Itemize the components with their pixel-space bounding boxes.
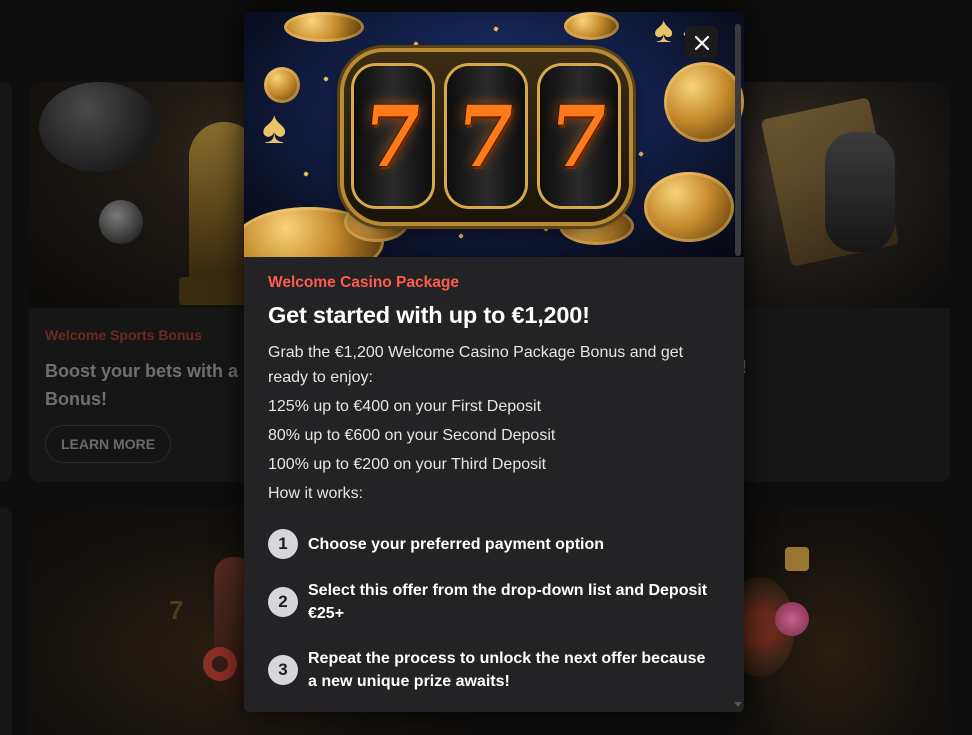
promo-card-casino-right[interactable]	[735, 507, 950, 735]
sparkle-decoration	[413, 41, 419, 47]
offer-line-second-deposit: 80% up to €600 on your Second Deposit	[268, 427, 556, 444]
roulette-promo-image	[735, 507, 950, 735]
offer-line-third-deposit: 100% up to €200 on your Third Deposit	[268, 456, 547, 473]
sports-bonus-title: Boost your bets with a 1 Bonus!	[45, 361, 254, 409]
player-image	[825, 132, 895, 252]
step-number-badge: 2	[268, 587, 298, 617]
sparkle-decoration	[458, 233, 464, 239]
learn-more-button[interactable]: LEARN MORE	[45, 425, 171, 463]
step-2: 2 Select this offer from the drop-down l…	[268, 579, 728, 625]
sparkle-decoration	[303, 171, 309, 177]
coin-icon	[264, 67, 300, 103]
coin-icon	[664, 62, 744, 142]
offer-description: Grab the €1,200 Welcome Casino Package B…	[268, 344, 684, 386]
slot-reel: 7	[354, 66, 432, 206]
promo-right-image	[735, 82, 950, 308]
sports-bonus-label: Welcome Sports Bonus	[45, 327, 202, 343]
close-icon	[694, 35, 709, 50]
slot-machine: 7 7 7	[344, 52, 629, 222]
promo-card-partial-bottom-left	[0, 507, 12, 735]
sparkle-decoration	[493, 26, 499, 32]
modal-content: Welcome Casino Package Get started with …	[268, 274, 718, 506]
offer-eyebrow: Welcome Casino Package	[268, 274, 459, 291]
dice-icon	[785, 547, 809, 571]
step-number-badge: 3	[268, 655, 298, 685]
promo-card-partial-left	[0, 82, 12, 482]
candy-image	[775, 602, 809, 636]
ball-image	[99, 200, 143, 244]
football-image	[39, 82, 159, 172]
modal-scrollbar[interactable]	[735, 24, 741, 256]
sparkle-decoration	[638, 151, 644, 157]
scroll-down-arrow-icon[interactable]	[734, 702, 742, 707]
step-number-badge: 1	[268, 529, 298, 559]
slot-reel: 7	[447, 66, 525, 206]
seven-decoration: 7	[169, 595, 184, 625]
how-it-works-heading: How it works:	[268, 485, 364, 502]
step-text: Repeat the process to unlock the next of…	[308, 650, 706, 690]
coin-icon	[284, 12, 364, 42]
step-text: Select this offer from the drop-down lis…	[308, 582, 708, 622]
slot-machine-hero-image: ♠ ♠ 7 7 7	[244, 12, 744, 257]
promo-card-right[interactable]: !	[735, 82, 950, 482]
offer-line-first-deposit: 125% up to €400 on your First Deposit	[268, 398, 542, 415]
step-text: Choose your preferred payment option	[308, 535, 605, 553]
offer-headline: Get started with up to €1,200!	[268, 302, 590, 328]
coin-icon	[564, 12, 619, 40]
step-3: 3 Repeat the process to unlock the next …	[268, 647, 718, 693]
sparkle-decoration	[543, 226, 549, 232]
coin-icon	[644, 172, 734, 242]
spade-icon: ♠	[654, 12, 674, 50]
welcome-casino-modal: ♠ ♠ 7 7 7 Welcome Casino Package Get sta…	[244, 12, 744, 712]
spade-icon: ♠	[262, 101, 287, 153]
close-button[interactable]	[685, 26, 718, 59]
donut-image	[203, 647, 237, 681]
step-1: 1 Choose your preferred payment option	[268, 529, 718, 559]
sparkle-decoration	[323, 76, 329, 82]
slot-reel: 7	[540, 66, 618, 206]
